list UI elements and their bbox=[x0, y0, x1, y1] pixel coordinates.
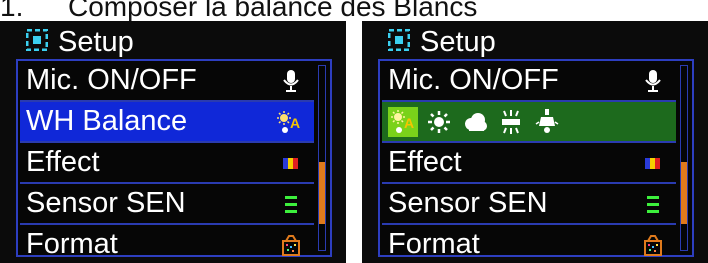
sensor-sensitivity-icon bbox=[642, 192, 664, 216]
microphone-icon bbox=[280, 69, 302, 93]
menu-item-mic[interactable]: Mic. ON/OFF bbox=[382, 61, 676, 102]
menu-item-label: Mic. ON/OFF bbox=[388, 64, 559, 96]
setup-icon bbox=[387, 28, 411, 56]
incandescent-icon[interactable] bbox=[532, 107, 562, 137]
scrollbar-thumb[interactable] bbox=[681, 162, 687, 224]
menu-item-sensor[interactable]: Sensor SEN bbox=[382, 184, 676, 225]
setup-icon bbox=[25, 28, 49, 56]
menu-item-effect[interactable]: Effect bbox=[382, 143, 676, 184]
menu-item-label: Effect bbox=[388, 146, 462, 178]
menu-item-label: Mic. ON/OFF bbox=[26, 64, 197, 96]
menu-title-bar: Setup bbox=[387, 25, 496, 59]
menu-item-label: Sensor SEN bbox=[388, 187, 548, 219]
menu-item-sensor[interactable]: Sensor SEN bbox=[20, 184, 314, 225]
fluorescent-icon[interactable] bbox=[496, 107, 526, 137]
svg-text:A: A bbox=[290, 115, 300, 131]
white-balance-auto-icon: A bbox=[276, 110, 302, 134]
menu-item-label: Sensor SEN bbox=[26, 187, 186, 219]
menu-title: Setup bbox=[420, 26, 496, 58]
setup-menu: Mic. ON/OFF A Effect Sensor SEN Format bbox=[378, 59, 694, 260]
color-effect-icon bbox=[280, 151, 302, 175]
scrollbar-thumb[interactable] bbox=[319, 162, 325, 224]
menu-title-bar: Setup bbox=[25, 25, 134, 59]
color-effect-icon bbox=[642, 151, 664, 175]
camera-screen-left: Setup Mic. ON/OFF WH Balance A Effect Se… bbox=[0, 21, 346, 263]
menu-item-label: Effect bbox=[26, 146, 100, 178]
menu-item-format[interactable]: Format bbox=[20, 225, 314, 263]
camera-screen-right: Setup Mic. ON/OFF A Effect Sensor SEN Fo… bbox=[362, 21, 708, 263]
microphone-icon bbox=[642, 69, 664, 93]
scrollbar[interactable] bbox=[318, 65, 326, 251]
caption-text: Composer la balance des Blancs bbox=[68, 0, 478, 22]
menu-title: Setup bbox=[58, 26, 134, 58]
svg-text:A: A bbox=[404, 115, 414, 131]
menu-item-label: Format bbox=[26, 228, 118, 260]
auto-wb-icon[interactable]: A bbox=[388, 106, 418, 137]
format-memory-card-icon bbox=[642, 233, 664, 257]
menu-item-wh-balance-options[interactable]: A bbox=[382, 102, 676, 143]
setup-menu: Mic. ON/OFF WH Balance A Effect Sensor S… bbox=[16, 59, 332, 260]
caption-number: 1. bbox=[0, 0, 24, 22]
format-memory-card-icon bbox=[280, 233, 302, 257]
menu-item-wh-balance[interactable]: WH Balance A bbox=[20, 102, 314, 143]
sunny-icon[interactable] bbox=[424, 107, 454, 137]
menu-item-mic[interactable]: Mic. ON/OFF bbox=[20, 61, 314, 102]
cloudy-icon[interactable] bbox=[460, 107, 490, 137]
scrollbar[interactable] bbox=[680, 65, 688, 251]
menu-item-label: WH Balance bbox=[26, 105, 188, 137]
sensor-sensitivity-icon bbox=[280, 192, 302, 216]
menu-item-format[interactable]: Format bbox=[382, 225, 676, 263]
white-balance-options: A bbox=[388, 104, 568, 139]
menu-item-label: Format bbox=[388, 228, 480, 260]
menu-item-effect[interactable]: Effect bbox=[20, 143, 314, 184]
